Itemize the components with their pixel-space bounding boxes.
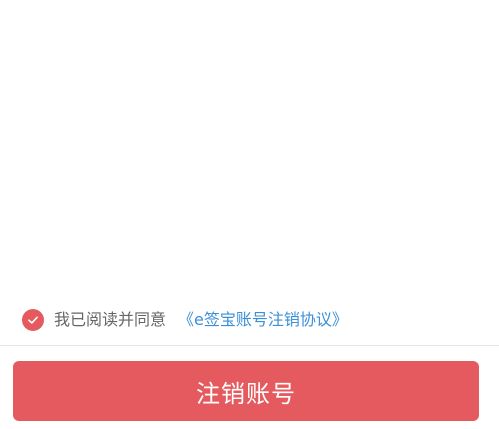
check-icon: [28, 316, 38, 324]
delete-account-button-label: 注销账号: [196, 379, 296, 408]
account-deletion-page: 我已阅读并同意 《e签宝账号注销协议》 注销账号: [0, 0, 499, 429]
agreement-text: 我已阅读并同意: [54, 310, 167, 329]
agreement-link[interactable]: 《e签宝账号注销协议》: [178, 305, 348, 335]
delete-account-button[interactable]: 注销账号: [13, 361, 479, 421]
agreement-checkbox[interactable]: [22, 309, 44, 331]
agreement-row: 我已阅读并同意 《e签宝账号注销协议》: [22, 305, 348, 335]
